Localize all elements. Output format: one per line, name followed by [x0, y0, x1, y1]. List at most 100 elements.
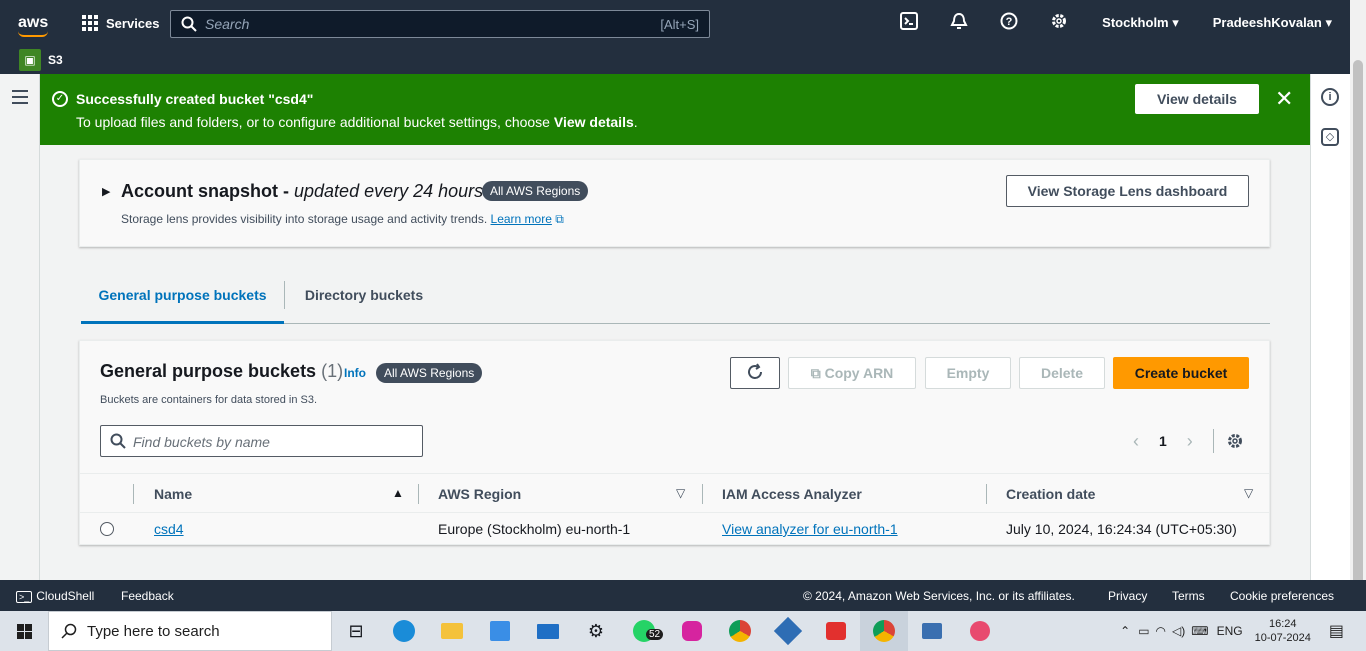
app-icon[interactable] [812, 611, 860, 651]
snapshot-subtitle: updated every 24 hours [294, 181, 484, 201]
battery-icon[interactable]: ▭ [1138, 624, 1149, 638]
chrome-icon[interactable] [716, 611, 764, 651]
find-buckets-placeholder: Find buckets by name [133, 434, 270, 450]
services-menu[interactable]: Services [82, 15, 160, 31]
column-aws-region[interactable]: AWS Region [438, 486, 521, 502]
flash-message-bold: View details [553, 114, 634, 130]
virtualbox-icon[interactable] [764, 611, 812, 651]
buckets-count: (1) [321, 361, 344, 381]
tab-directory-buckets[interactable]: Directory buckets [285, 279, 443, 324]
search-input[interactable]: Search [Alt+S] [170, 10, 710, 38]
chevron-left-icon[interactable]: ‹ [1133, 431, 1139, 452]
learn-more-link[interactable]: Learn more [491, 212, 552, 226]
microsoft-store-icon[interactable] [476, 611, 524, 651]
refresh-button[interactable] [730, 357, 780, 389]
delete-button[interactable]: Delete [1019, 357, 1105, 389]
copy-arn-button[interactable]: ⧉ Copy ARN [788, 357, 916, 389]
empty-button[interactable]: Empty [925, 357, 1011, 389]
notifications-center-icon[interactable]: ▤ [1329, 621, 1344, 641]
column-name[interactable]: Name [154, 486, 192, 502]
settings-gear-icon[interactable]: ⚙ [572, 611, 620, 651]
page-number[interactable]: 1 [1159, 433, 1167, 449]
buckets-card: General purpose buckets (1) Info All AWS… [79, 340, 1270, 545]
view-details-button[interactable]: View details [1135, 84, 1259, 114]
scrollbar-thumb[interactable] [1353, 60, 1363, 590]
s3-service-link[interactable]: S3 [48, 53, 63, 67]
tab-general-purpose-buckets[interactable]: General purpose buckets [81, 279, 284, 324]
chrome-profile-icon[interactable] [860, 611, 908, 651]
bucket-creation-date: July 10, 2024, 16:24:34 (UTC+05:30) [1006, 521, 1237, 537]
check-circle-icon: ✓ [52, 91, 68, 107]
edge-browser-icon[interactable] [380, 611, 428, 651]
right-rail: i ◇ [1310, 74, 1350, 580]
cloudshell-icon: >_ [16, 591, 33, 603]
cloudshell-label: CloudShell [36, 589, 95, 603]
region-selector[interactable]: Stockholm ▾ [1102, 15, 1179, 31]
cloudshell-footer-button[interactable]: >_ CloudShell [16, 589, 94, 603]
s3-service-icon[interactable]: ▣ [19, 49, 41, 71]
column-creation-date[interactable]: Creation date [1006, 486, 1095, 502]
app-icon[interactable] [956, 611, 1004, 651]
sort-icon[interactable]: ▽ [676, 486, 685, 500]
buckets-description: Buckets are containers for data stored i… [100, 394, 318, 406]
settings-icon[interactable] [1034, 12, 1084, 35]
instagram-icon[interactable] [668, 611, 716, 651]
page-scrollbar[interactable] [1350, 0, 1366, 611]
view-analyzer-link[interactable]: View analyzer for eu-north-1 [722, 521, 898, 537]
volume-icon[interactable]: ◁) [1172, 624, 1185, 638]
clock[interactable]: 16:24 10-07-2024 [1255, 617, 1311, 645]
sort-ascending-icon[interactable]: ▲ [392, 486, 404, 500]
cloudshell-icon[interactable] [884, 11, 934, 35]
account-menu[interactable]: PradeeshKovalan ▾ [1213, 15, 1332, 31]
whatsapp-icon[interactable]: 52 [620, 611, 668, 651]
keyboard-icon[interactable]: ⌨ [1191, 624, 1208, 638]
preferences-gear-icon[interactable] [1226, 432, 1244, 450]
find-buckets-input[interactable]: Find buckets by name [100, 425, 423, 457]
snapshot-description: Storage lens provides visibility into st… [121, 212, 564, 227]
privacy-link[interactable]: Privacy [1108, 589, 1147, 603]
create-bucket-button[interactable]: Create bucket [1113, 357, 1249, 389]
taskbar-search-input[interactable]: Type here to search [48, 611, 332, 651]
table-row[interactable]: csd4 Europe (Stockholm) eu-north-1 View … [80, 513, 1269, 545]
info-link[interactable]: Info [344, 366, 366, 380]
search-icon [181, 16, 197, 32]
menu-icon[interactable] [12, 90, 28, 108]
terms-link[interactable]: Terms [1172, 589, 1205, 603]
search-placeholder: Search [205, 16, 250, 32]
cookie-preferences-link[interactable]: Cookie preferences [1230, 589, 1334, 603]
svg-text:?: ? [1006, 16, 1013, 28]
remote-desktop-icon[interactable] [908, 611, 956, 651]
sort-icon[interactable]: ▽ [1244, 486, 1253, 500]
copyright-text: © 2024, Amazon Web Services, Inc. or its… [803, 589, 1075, 603]
account-snapshot-card: ▶ Account snapshot - updated every 24 ho… [79, 159, 1270, 247]
bucket-region: Europe (Stockholm) eu-north-1 [438, 521, 631, 537]
chevron-up-icon[interactable]: ⌃ [1120, 624, 1130, 638]
input-language[interactable]: ENG [1217, 624, 1243, 638]
regions-badge: All AWS Regions [376, 363, 483, 383]
side-panel-icon[interactable]: ◇ [1321, 128, 1339, 146]
view-storage-lens-button[interactable]: View Storage Lens dashboard [1006, 175, 1249, 207]
flash-message: To upload files and folders, or to confi… [76, 114, 638, 130]
service-bar: ▣ S3 [0, 46, 1350, 74]
mail-icon[interactable] [524, 611, 572, 651]
chevron-right-icon[interactable]: › [1187, 431, 1193, 452]
row-select-radio[interactable] [100, 522, 114, 536]
pagination: ‹ 1 › [1133, 429, 1244, 453]
bucket-name-link[interactable]: csd4 [154, 521, 184, 537]
expand-caret-icon[interactable]: ▶ [102, 185, 110, 198]
file-explorer-icon[interactable] [428, 611, 476, 651]
external-link-icon[interactable]: ⧉ [555, 212, 564, 226]
aws-logo[interactable]: aws [18, 14, 52, 37]
wifi-icon[interactable]: ◠ [1156, 624, 1166, 638]
feedback-link[interactable]: Feedback [121, 589, 174, 603]
notifications-icon[interactable] [934, 12, 984, 35]
help-icon[interactable]: ? [984, 12, 1034, 35]
search-icon [61, 623, 77, 639]
main-content: ▶ Account snapshot - updated every 24 ho… [40, 145, 1310, 580]
close-icon[interactable]: ✕ [1275, 86, 1293, 112]
task-view-icon[interactable]: ⊟ [332, 611, 380, 651]
windows-start-icon[interactable] [0, 611, 48, 651]
snapshot-heading[interactable]: Account snapshot - updated every 24 hour… [121, 181, 483, 202]
info-panel-icon[interactable]: i [1321, 88, 1339, 106]
column-iam-access-analyzer[interactable]: IAM Access Analyzer [722, 486, 862, 502]
